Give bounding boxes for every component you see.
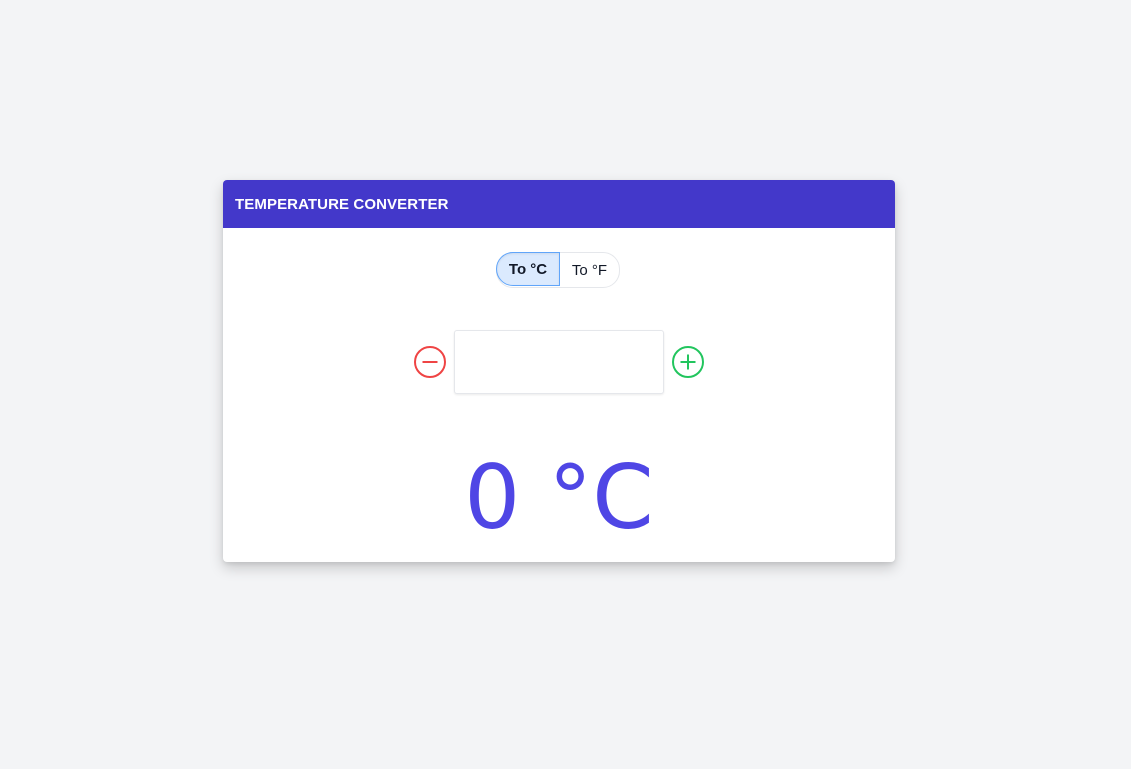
converter-card: TEMPERATURE CONVERTER To °C To °F 0 °C: [223, 180, 895, 562]
to-celsius-button[interactable]: To °C: [496, 252, 560, 286]
card-title: TEMPERATURE CONVERTER: [235, 195, 449, 213]
converted-result: 0 °C: [464, 446, 654, 549]
unit-toggle: To °C To °F: [496, 252, 620, 288]
temperature-input[interactable]: [454, 330, 664, 394]
value-stepper: [223, 330, 895, 394]
to-fahrenheit-button[interactable]: To °F: [560, 253, 619, 287]
minus-circle-icon: [414, 346, 446, 378]
plus-circle-icon: [672, 346, 704, 378]
decrement-button[interactable]: [414, 346, 446, 378]
increment-button[interactable]: [672, 346, 704, 378]
card-header: TEMPERATURE CONVERTER: [223, 180, 895, 228]
